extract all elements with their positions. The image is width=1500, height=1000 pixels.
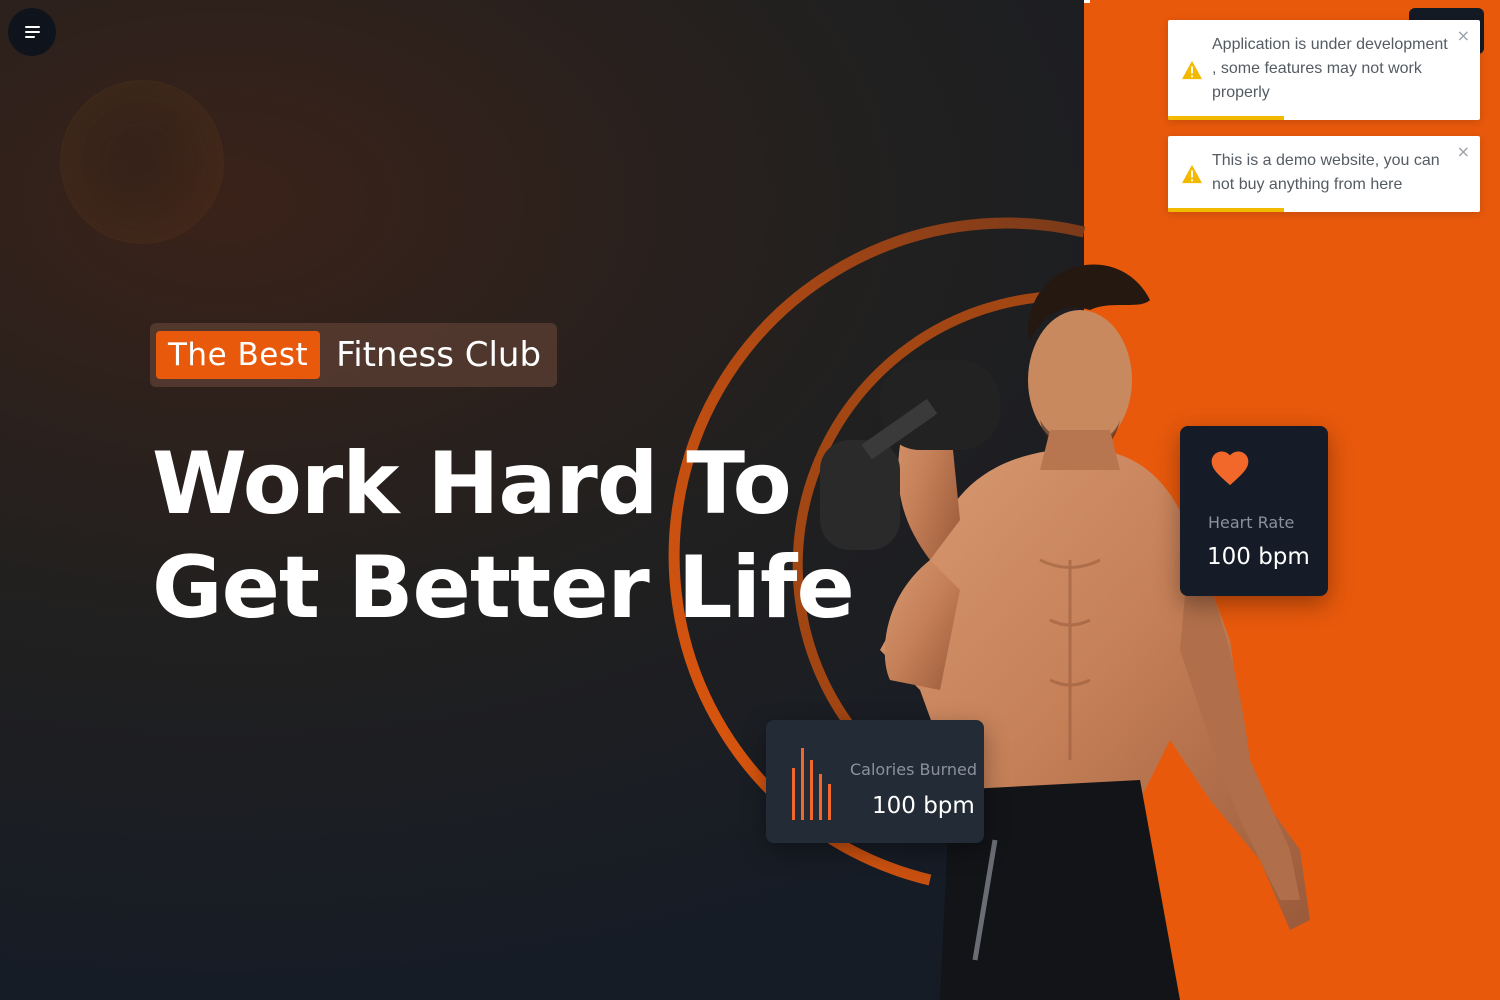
warning-icon (1182, 164, 1202, 184)
calories-label: Calories Burned (850, 760, 978, 779)
heart-icon (1211, 451, 1249, 486)
badge-text: Fitness Club (336, 335, 542, 375)
panel-edge (1084, 0, 1090, 3)
toast-message: This is a demo website, you can not buy … (1212, 152, 1440, 193)
toast-message: Application is under development , some … (1212, 36, 1448, 101)
calories-value: 100 bpm (872, 793, 975, 819)
close-icon[interactable]: × (1457, 142, 1470, 162)
menu-button[interactable] (8, 8, 56, 56)
bar-chart-icon (792, 748, 831, 820)
warning-icon (1182, 60, 1202, 80)
heart-rate-value: 100 bpm (1207, 544, 1310, 570)
toast-demo-warning: This is a demo website, you can not buy … (1168, 136, 1480, 212)
hero-page: The Best Fitness Club Work Hard To Get B… (0, 0, 1500, 1000)
headline-line-2: Get Better Life (152, 538, 855, 638)
toast-progress-bar (1168, 116, 1284, 120)
hero-badge: The Best Fitness Club (150, 323, 558, 387)
headline-line-1: Work Hard To (152, 434, 792, 534)
hero-headline: Work Hard To Get Better Life (152, 432, 855, 640)
toast-development-warning: Application is under development , some … (1168, 20, 1480, 120)
heart-rate-label: Heart Rate (1208, 513, 1295, 532)
hamburger-menu-icon (24, 26, 40, 38)
heart-rate-card: Heart Rate 100 bpm (1180, 426, 1328, 596)
badge-highlight: The Best (156, 331, 321, 379)
close-icon[interactable]: × (1457, 26, 1470, 46)
calories-card: Calories Burned 100 bpm (766, 720, 984, 843)
toast-progress-bar (1168, 208, 1284, 212)
